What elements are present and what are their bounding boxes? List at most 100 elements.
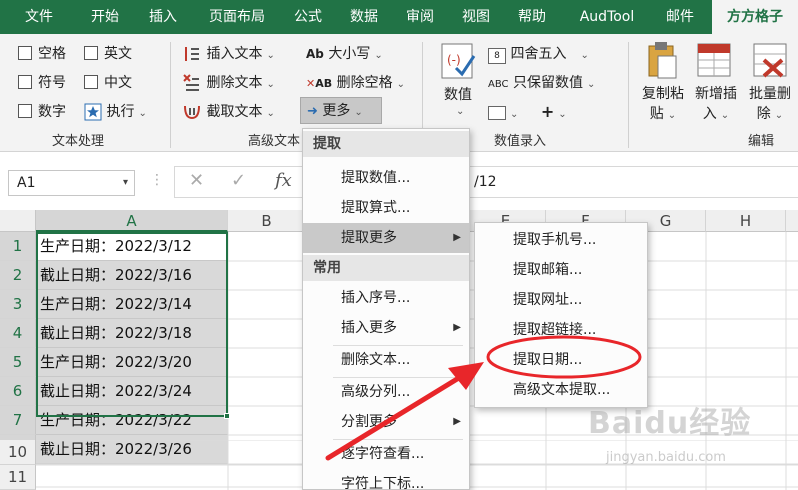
column-header-a[interactable]: A bbox=[36, 210, 228, 232]
checkbox-box[interactable] bbox=[18, 104, 32, 118]
drag-handle-icon[interactable]: ⋮ bbox=[150, 172, 164, 188]
copy-paste-button[interactable]: 复制粘贴 ⌄ bbox=[636, 84, 690, 126]
group-label-text-processing: 文本处理 bbox=[52, 134, 105, 149]
checkbox-box[interactable] bbox=[84, 75, 98, 89]
chevron-right-icon: ▶ bbox=[453, 232, 461, 243]
numeric-button[interactable]: 数值 bbox=[440, 85, 476, 105]
menu-item-extract-numeric[interactable]: 提取数值... bbox=[303, 163, 469, 193]
row-header-6[interactable]: 6 bbox=[0, 377, 36, 406]
row-header-2[interactable]: 2 bbox=[0, 261, 36, 290]
checkbox-symbol[interactable]: 符号 bbox=[18, 71, 66, 95]
menu-item-extract-more[interactable]: 提取更多 ▶ bbox=[303, 223, 469, 253]
group-divider bbox=[628, 42, 629, 148]
extract-text-button[interactable]: 截取文本 ⌄ bbox=[182, 100, 275, 124]
checkbox-box[interactable] bbox=[18, 46, 32, 60]
chevron-down-icon: ⌄ bbox=[720, 110, 730, 121]
select-all-corner[interactable] bbox=[0, 210, 36, 232]
row-header-4[interactable]: 4 bbox=[0, 319, 36, 348]
checkbox-number[interactable]: 数字 bbox=[18, 100, 66, 124]
edit-cell-icon[interactable] bbox=[488, 106, 506, 120]
insert-text-button[interactable]: 插入文本 ⌄ bbox=[182, 42, 275, 66]
chevron-right-icon: ▶ bbox=[453, 322, 461, 333]
group-label-numeric: 数值录入 bbox=[494, 134, 547, 149]
checkbox-box[interactable] bbox=[84, 46, 98, 60]
new-insert-button[interactable]: 新增插入 ⌄ bbox=[690, 84, 742, 126]
tab-file[interactable]: 文件 bbox=[10, 0, 68, 34]
name-box[interactable]: A1 ▾ bbox=[8, 170, 135, 196]
menu-item-label: 提取更多 bbox=[341, 230, 397, 246]
cancel-icon[interactable]: ✕ bbox=[189, 170, 204, 191]
delete-text-button[interactable]: 删除文本 ⌄ bbox=[182, 71, 275, 95]
menu-item-extract-url[interactable]: 提取网址... bbox=[475, 285, 647, 315]
delete-text-label: 删除文本 bbox=[206, 75, 263, 91]
copy-paste-label-2: 贴 bbox=[649, 106, 664, 122]
case-button[interactable]: Ab 大小写 ⌄ bbox=[306, 42, 383, 66]
copy-paste-icon bbox=[648, 42, 677, 79]
tab-insert[interactable]: 插入 bbox=[134, 0, 192, 34]
new-insert-icon bbox=[697, 43, 731, 77]
fill-handle[interactable] bbox=[224, 413, 230, 419]
tab-audtool[interactable]: AudTool bbox=[566, 0, 648, 34]
column-header-i[interactable] bbox=[786, 210, 798, 232]
menu-section-extract: 提取 bbox=[303, 131, 469, 157]
menu-item-extract-date[interactable]: 提取日期... bbox=[475, 345, 647, 375]
menu-item-insert-sequence[interactable]: 插入序号... bbox=[303, 283, 469, 313]
tab-help[interactable]: 帮助 bbox=[506, 0, 558, 34]
menu-item-extract-email[interactable]: 提取邮箱... bbox=[475, 255, 647, 285]
menu-item-extract-formula[interactable]: 提取算式... bbox=[303, 193, 469, 223]
tab-home[interactable]: 开始 bbox=[76, 0, 134, 34]
enter-icon[interactable]: ✓ bbox=[231, 170, 246, 191]
checkbox-chinese[interactable]: 中文 bbox=[84, 71, 132, 95]
menu-item-insert-more[interactable]: 插入更多 ▶ bbox=[303, 313, 469, 343]
chevron-down-icon[interactable]: ▾ bbox=[123, 171, 128, 195]
chevron-down-icon: ⌄ bbox=[456, 106, 465, 117]
chevron-down-icon: ⌄ bbox=[266, 108, 275, 119]
column-header-b[interactable]: B bbox=[228, 210, 306, 232]
menu-item-advanced-split[interactable]: 高级分列... bbox=[303, 377, 469, 407]
row-header-7[interactable]: 7 bbox=[0, 406, 36, 435]
plus-icon[interactable]: + bbox=[541, 102, 554, 121]
tab-fangfang[interactable]: 方方格子 bbox=[712, 0, 798, 34]
checkbox-space[interactable]: 空格 bbox=[18, 42, 66, 66]
menu-item-superscript-subscript[interactable]: 字符上下标... bbox=[303, 469, 469, 490]
tab-review[interactable]: 审阅 bbox=[394, 0, 446, 34]
round-button[interactable]: 8 四舍五入 ⌄ bbox=[488, 42, 589, 66]
menu-item-delete-text[interactable]: 删除文本... bbox=[303, 345, 469, 375]
tab-page-layout[interactable]: 页面布局 bbox=[196, 0, 278, 34]
keep-numeric-button[interactable]: ABC 只保留数值 ⌄ bbox=[488, 71, 595, 95]
star-icon bbox=[84, 103, 102, 121]
tab-data[interactable]: 数据 bbox=[338, 0, 390, 34]
menu-item-extract-phone[interactable]: 提取手机号... bbox=[475, 225, 647, 255]
delete-spaces-icon: ✕AB bbox=[306, 77, 333, 90]
row-header-1[interactable]: 1 bbox=[0, 232, 36, 261]
group-label-advanced-text: 高级文本 bbox=[248, 134, 301, 149]
row-header-10[interactable]: 10 bbox=[0, 440, 36, 465]
group-label-edit: 编辑 bbox=[748, 134, 775, 149]
tab-view[interactable]: 视图 bbox=[450, 0, 502, 34]
checkbox-english[interactable]: 英文 bbox=[84, 42, 132, 66]
tab-formulas[interactable]: 公式 bbox=[282, 0, 334, 34]
checkbox-label: 英文 bbox=[104, 46, 132, 62]
function-icon[interactable]: fx bbox=[275, 170, 292, 191]
new-insert-label-2: 入 bbox=[702, 106, 717, 122]
menu-item-extract-hyperlink[interactable]: 提取超链接... bbox=[475, 315, 647, 345]
insert-text-label: 插入文本 bbox=[206, 46, 263, 62]
batch-delete-button[interactable]: 批量删除 ⌄ bbox=[744, 84, 796, 126]
row-header-11[interactable]: 11 bbox=[0, 465, 36, 490]
row-header-3[interactable]: 3 bbox=[0, 290, 36, 319]
delete-spaces-button[interactable]: ✕AB 删除空格 ⌄ bbox=[306, 71, 405, 95]
column-header-h[interactable]: H bbox=[706, 210, 786, 232]
batch-delete-icon bbox=[753, 43, 787, 78]
row-header-5[interactable]: 5 bbox=[0, 348, 36, 377]
execute-button[interactable]: 执行 ⌄ bbox=[84, 100, 147, 124]
checkbox-box[interactable] bbox=[18, 75, 32, 89]
ribbon-tab-bar: 文件 开始 插入 页面布局 公式 数据 审阅 视图 帮助 AudTool 邮件 … bbox=[0, 0, 798, 34]
arrow-right-icon: ➜ bbox=[307, 104, 318, 119]
chevron-down-icon: ⌄ bbox=[510, 109, 519, 120]
chevron-right-icon: ▶ bbox=[453, 416, 461, 427]
more-button[interactable]: ➜ 更多 ⌄ bbox=[300, 97, 382, 124]
tab-mail[interactable]: 邮件 bbox=[654, 0, 706, 34]
menu-item-char-by-char[interactable]: 逐字符查看... bbox=[303, 439, 469, 469]
checkbox-label: 符号 bbox=[38, 75, 66, 91]
menu-item-split-more[interactable]: 分割更多 ▶ bbox=[303, 407, 469, 437]
